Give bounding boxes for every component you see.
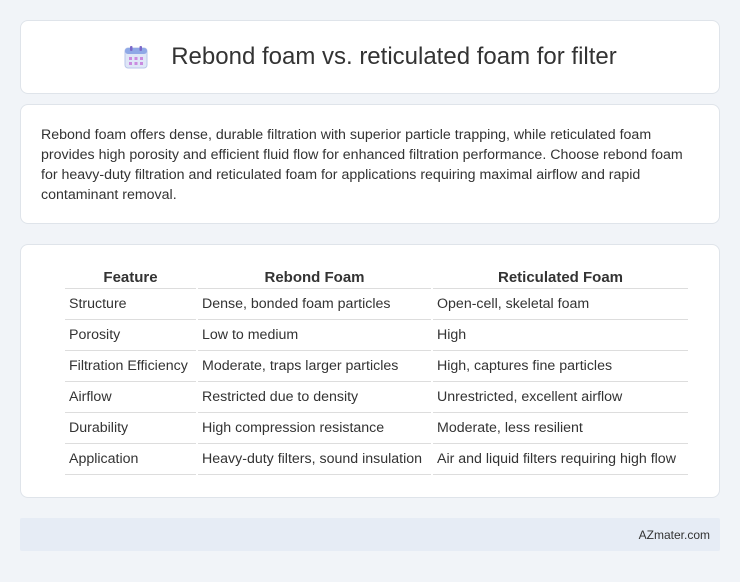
table-cell: Dense, bonded foam particles: [198, 289, 431, 320]
table-cell: Airflow: [65, 382, 196, 413]
calendar-icon: [123, 44, 149, 70]
table-cell: High compression resistance: [198, 413, 431, 444]
table-row: Structure Dense, bonded foam particles O…: [65, 289, 688, 320]
summary-card: Rebond foam offers dense, durable filtra…: [20, 104, 720, 224]
header-card: Rebond foam vs. reticulated foam for fil…: [20, 20, 720, 94]
table-cell: High, captures fine particles: [433, 351, 688, 382]
table-cell: Open-cell, skeletal foam: [433, 289, 688, 320]
title-wrap: Rebond foam vs. reticulated foam for fil…: [123, 43, 617, 71]
table-row: Filtration Efficiency Moderate, traps la…: [65, 351, 688, 382]
page-title: Rebond foam vs. reticulated foam for fil…: [171, 43, 617, 70]
comparison-table-card: Feature Rebond Foam Reticulated Foam Str…: [20, 244, 720, 498]
summary-text: Rebond foam offers dense, durable filtra…: [41, 127, 683, 203]
column-header-rebond-foam: Rebond Foam: [198, 265, 431, 289]
column-header-feature: Feature: [65, 265, 196, 289]
table-cell: Filtration Efficiency: [65, 351, 196, 382]
table-cell: Structure: [65, 289, 196, 320]
table-row: Porosity Low to medium High: [65, 320, 688, 351]
table-cell: High: [433, 320, 688, 351]
table-cell: Porosity: [65, 320, 196, 351]
table-cell: Restricted due to density: [198, 382, 431, 413]
footer-bar: AZmater.com: [20, 518, 720, 551]
table-header-row: Feature Rebond Foam Reticulated Foam: [65, 265, 688, 289]
table-row: Application Heavy-duty filters, sound in…: [65, 444, 688, 475]
column-header-reticulated-foam: Reticulated Foam: [433, 265, 688, 289]
table-cell: Unrestricted, excellent airflow: [433, 382, 688, 413]
footer-site-link[interactable]: AZmater.com: [639, 528, 710, 542]
table-cell: Air and liquid filters requiring high fl…: [433, 444, 688, 475]
comparison-table: Feature Rebond Foam Reticulated Foam Str…: [63, 265, 690, 475]
table-cell: Heavy-duty filters, sound insulation: [198, 444, 431, 475]
table-row: Airflow Restricted due to density Unrest…: [65, 382, 688, 413]
table-cell: Durability: [65, 413, 196, 444]
table-cell: Low to medium: [198, 320, 431, 351]
table-cell: Moderate, less resilient: [433, 413, 688, 444]
table-cell: Application: [65, 444, 196, 475]
table-row: Durability High compression resistance M…: [65, 413, 688, 444]
table-cell: Moderate, traps larger particles: [198, 351, 431, 382]
